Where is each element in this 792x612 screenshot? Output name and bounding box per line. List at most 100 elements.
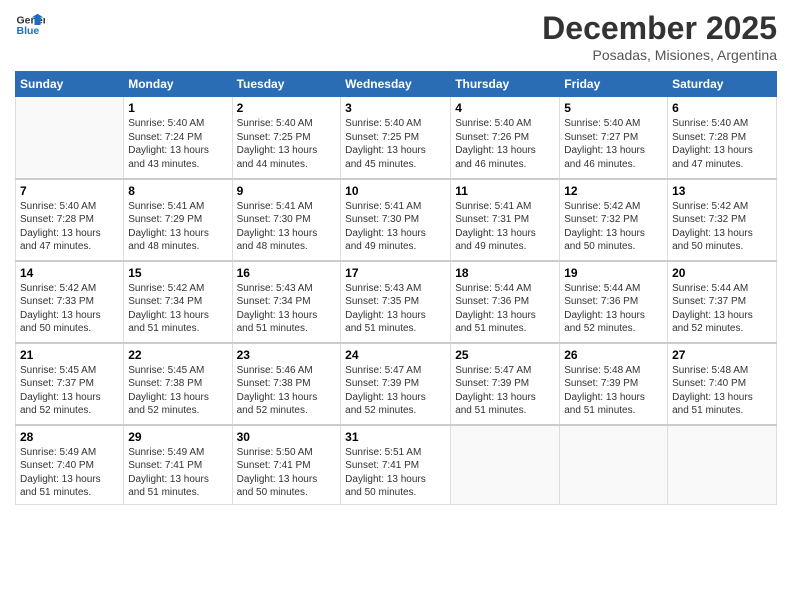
calendar-cell: 13 Sunrise: 5:42 AM Sunset: 7:32 PM Dayli… [668,179,777,261]
calendar-cell [16,97,124,179]
calendar-cell: 24Sunrise: 5:47 AM Sunset: 7:39 PM Dayli… [341,343,451,425]
week-row-5: 28Sunrise: 5:49 AM Sunset: 7:40 PM Dayli… [16,425,777,505]
week-row-2: 7Sunrise: 5:40 AM Sunset: 7:28 PM Daylig… [16,179,777,261]
day-number: 19 [564,266,663,280]
calendar-cell: 26Sunrise: 5:48 AM Sunset: 7:39 PM Dayli… [560,343,668,425]
day-info: Sunrise: 5:44 AM Sunset: 7:36 PM Dayligh… [564,282,663,336]
col-header-saturday: Saturday [668,72,777,97]
svg-text:Blue: Blue [17,25,40,37]
day-info: Sunrise: 5:44 AM Sunset: 7:36 PM Dayligh… [455,282,555,336]
day-info: Sunrise: 5:49 AM Sunset: 7:41 PM Dayligh… [128,446,227,500]
title-block: December 2025 Posadas, Misiones, Argenti… [542,10,777,63]
calendar-cell: 6 Sunrise: 5:40 AM Sunset: 7:28 PM Daylig… [668,97,777,179]
page-title: December 2025 [542,10,777,47]
day-info: Sunrise: 5:49 AM Sunset: 7:40 PM Dayligh… [20,446,119,500]
calendar-cell: 14Sunrise: 5:42 AM Sunset: 7:33 PM Dayli… [16,261,124,343]
day-info: Sunrise: 5:44 AM Sunset: 7:37 PM Dayligh… [672,282,772,336]
col-header-tuesday: Tuesday [232,72,341,97]
day-info: Sunrise: 5:40 AM Sunset: 7:25 PM Dayligh… [345,117,446,171]
calendar-cell: 3 Sunrise: 5:40 AM Sunset: 7:25 PM Daylig… [341,97,451,179]
calendar-cell: 15 Sunrise: 5:42 AM Sunset: 7:34 PM Dayli… [124,261,232,343]
calendar-cell: 23 Sunrise: 5:46 AM Sunset: 7:38 PM Dayli… [232,343,341,425]
day-number: 31 [345,430,446,444]
col-header-monday: Monday [124,72,232,97]
calendar-cell: 9 Sunrise: 5:41 AM Sunset: 7:30 PM Daylig… [232,179,341,261]
calendar-cell: 27 Sunrise: 5:48 AM Sunset: 7:40 PM Dayli… [668,343,777,425]
calendar-cell: 22 Sunrise: 5:45 AM Sunset: 7:38 PM Dayli… [124,343,232,425]
week-row-4: 21 Sunrise: 5:45 AM Sunset: 7:37 PM Dayli… [16,343,777,425]
day-number: 6 [672,101,772,115]
header: General Blue December 2025 Posadas, Misi… [15,10,777,63]
calendar-cell: 4Sunrise: 5:40 AM Sunset: 7:26 PM Daylig… [451,97,560,179]
day-number: 27 [672,348,772,362]
calendar-cell: 10Sunrise: 5:41 AM Sunset: 7:30 PM Dayli… [341,179,451,261]
day-number: 13 [672,184,772,198]
col-header-sunday: Sunday [16,72,124,97]
day-info: Sunrise: 5:45 AM Sunset: 7:38 PM Dayligh… [128,364,227,418]
day-info: Sunrise: 5:41 AM Sunset: 7:30 PM Dayligh… [237,200,337,254]
day-number: 7 [20,184,119,198]
logo-icon: General Blue [15,10,45,40]
day-info: Sunrise: 5:40 AM Sunset: 7:25 PM Dayligh… [237,117,337,171]
calendar-cell: 31 Sunrise: 5:51 AM Sunset: 7:41 PM Dayli… [341,425,451,505]
calendar-cell: 25 Sunrise: 5:47 AM Sunset: 7:39 PM Dayli… [451,343,560,425]
day-number: 23 [237,348,337,362]
day-info: Sunrise: 5:41 AM Sunset: 7:29 PM Dayligh… [128,200,227,254]
calendar-cell: 2 Sunrise: 5:40 AM Sunset: 7:25 PM Daylig… [232,97,341,179]
day-info: Sunrise: 5:43 AM Sunset: 7:34 PM Dayligh… [237,282,337,336]
day-number: 9 [237,184,337,198]
day-info: Sunrise: 5:42 AM Sunset: 7:34 PM Dayligh… [128,282,227,336]
day-number: 22 [128,348,227,362]
col-header-wednesday: Wednesday [341,72,451,97]
day-info: Sunrise: 5:51 AM Sunset: 7:41 PM Dayligh… [345,446,446,500]
day-info: Sunrise: 5:45 AM Sunset: 7:37 PM Dayligh… [20,364,119,418]
calendar-cell [668,425,777,505]
calendar-cell: 7Sunrise: 5:40 AM Sunset: 7:28 PM Daylig… [16,179,124,261]
day-number: 2 [237,101,337,115]
day-number: 20 [672,266,772,280]
day-number: 3 [345,101,446,115]
calendar-cell: 29 Sunrise: 5:49 AM Sunset: 7:41 PM Dayli… [124,425,232,505]
day-number: 14 [20,266,119,280]
day-number: 29 [128,430,227,444]
col-header-thursday: Thursday [451,72,560,97]
day-info: Sunrise: 5:40 AM Sunset: 7:28 PM Dayligh… [672,117,772,171]
calendar-cell: 11 Sunrise: 5:41 AM Sunset: 7:31 PM Dayli… [451,179,560,261]
week-row-1: 1 Sunrise: 5:40 AM Sunset: 7:24 PM Daylig… [16,97,777,179]
calendar-cell: 12 Sunrise: 5:42 AM Sunset: 7:32 PM Dayli… [560,179,668,261]
day-info: Sunrise: 5:41 AM Sunset: 7:30 PM Dayligh… [345,200,446,254]
day-number: 16 [237,266,337,280]
day-number: 17 [345,266,446,280]
calendar-cell: 1 Sunrise: 5:40 AM Sunset: 7:24 PM Daylig… [124,97,232,179]
day-number: 25 [455,348,555,362]
day-info: Sunrise: 5:46 AM Sunset: 7:38 PM Dayligh… [237,364,337,418]
calendar-cell: 17Sunrise: 5:43 AM Sunset: 7:35 PM Dayli… [341,261,451,343]
calendar-cell: 21 Sunrise: 5:45 AM Sunset: 7:37 PM Dayli… [16,343,124,425]
day-number: 30 [237,430,337,444]
day-info: Sunrise: 5:48 AM Sunset: 7:40 PM Dayligh… [672,364,772,418]
calendar-cell: 20 Sunrise: 5:44 AM Sunset: 7:37 PM Dayli… [668,261,777,343]
calendar-cell: 30 Sunrise: 5:50 AM Sunset: 7:41 PM Dayli… [232,425,341,505]
day-info: Sunrise: 5:42 AM Sunset: 7:32 PM Dayligh… [672,200,772,254]
day-info: Sunrise: 5:40 AM Sunset: 7:24 PM Dayligh… [128,117,227,171]
day-number: 26 [564,348,663,362]
week-row-3: 14Sunrise: 5:42 AM Sunset: 7:33 PM Dayli… [16,261,777,343]
day-number: 11 [455,184,555,198]
day-info: Sunrise: 5:40 AM Sunset: 7:27 PM Dayligh… [564,117,663,171]
logo: General Blue [15,10,45,40]
day-info: Sunrise: 5:50 AM Sunset: 7:41 PM Dayligh… [237,446,337,500]
col-header-friday: Friday [560,72,668,97]
page-subtitle: Posadas, Misiones, Argentina [542,47,777,63]
day-number: 21 [20,348,119,362]
day-info: Sunrise: 5:47 AM Sunset: 7:39 PM Dayligh… [455,364,555,418]
day-number: 12 [564,184,663,198]
day-info: Sunrise: 5:42 AM Sunset: 7:32 PM Dayligh… [564,200,663,254]
day-number: 18 [455,266,555,280]
day-number: 24 [345,348,446,362]
day-number: 8 [128,184,227,198]
calendar-header-row: SundayMondayTuesdayWednesdayThursdayFrid… [16,72,777,97]
day-number: 15 [128,266,227,280]
day-number: 1 [128,101,227,115]
calendar-cell: 5Sunrise: 5:40 AM Sunset: 7:27 PM Daylig… [560,97,668,179]
day-info: Sunrise: 5:41 AM Sunset: 7:31 PM Dayligh… [455,200,555,254]
